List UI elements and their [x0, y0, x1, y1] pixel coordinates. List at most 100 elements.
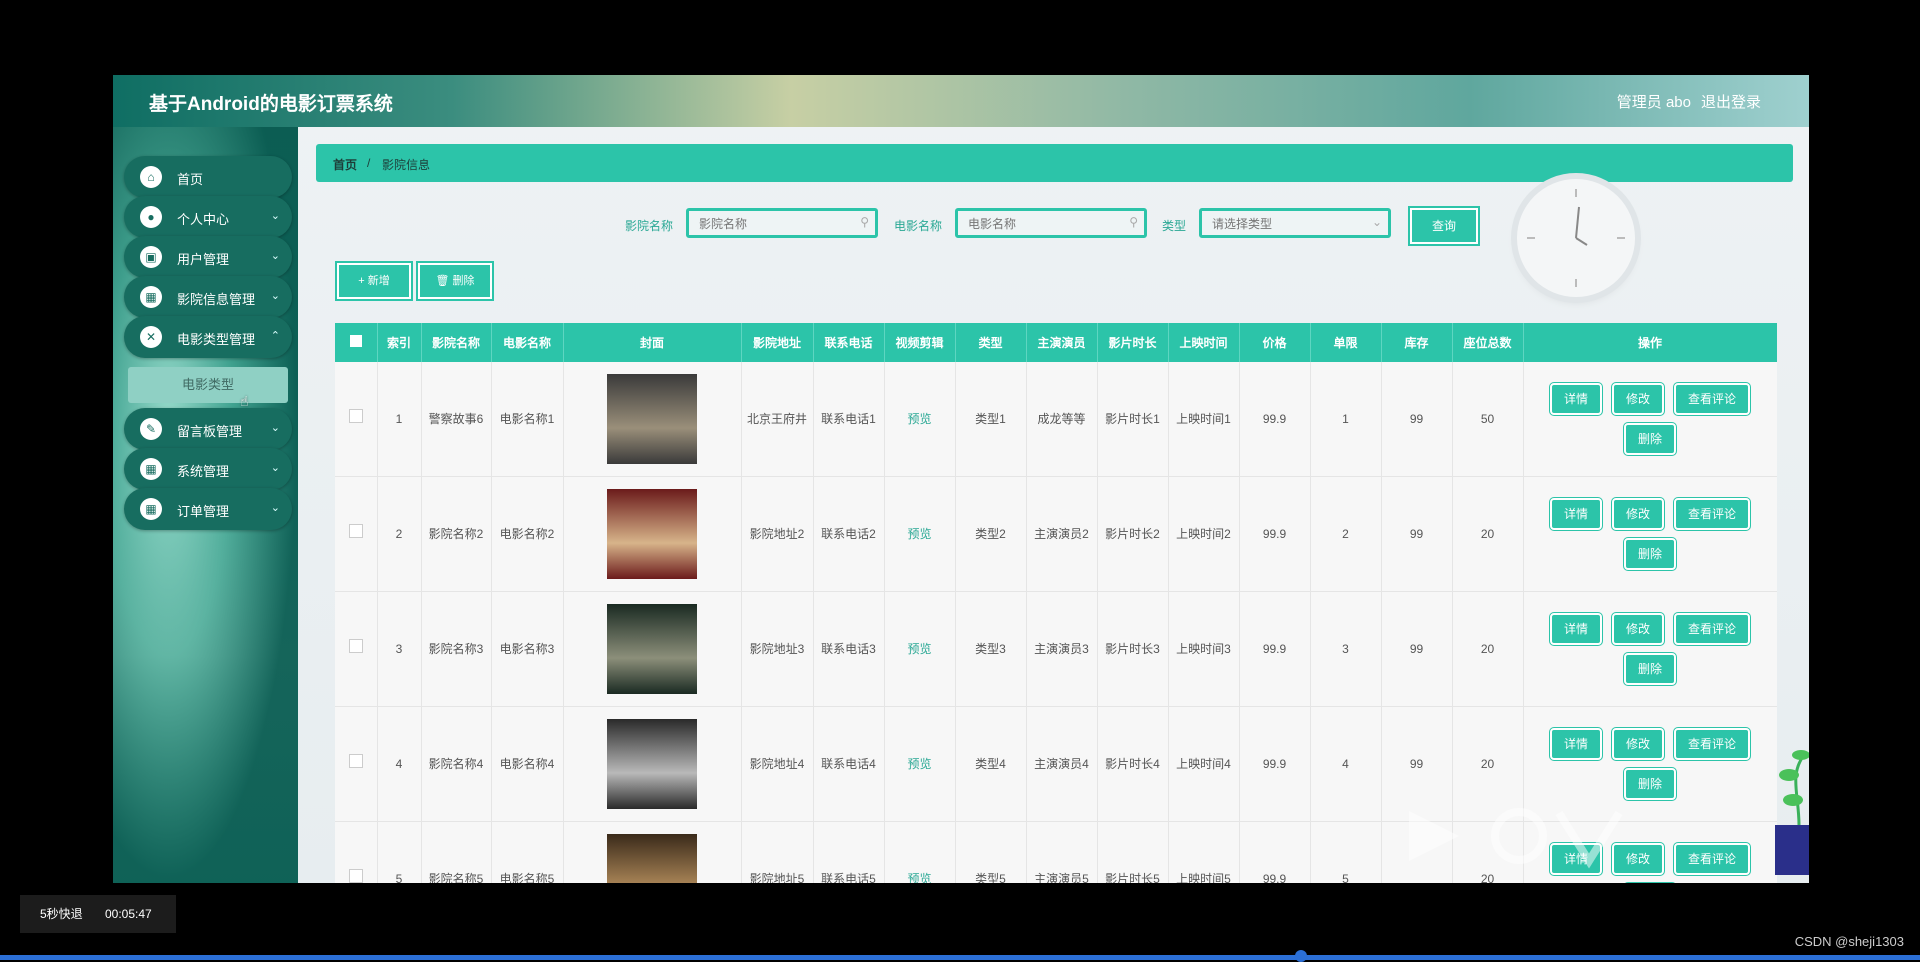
row-checkbox[interactable]	[348, 754, 363, 768]
clock-icon	[1527, 189, 1625, 287]
table-cell: 2	[1310, 476, 1382, 592]
sidebar-item-system[interactable]: ▦ 系统管理 ⌄	[124, 448, 292, 490]
add-button[interactable]: + 新增	[335, 261, 413, 301]
view-comments-button[interactable]: 查看评论	[1672, 727, 1752, 761]
type-select-input[interactable]	[1202, 211, 1384, 237]
csdn-watermark: CSDN @sheji1303	[1794, 934, 1904, 949]
column-header: 电影名称	[491, 323, 564, 362]
row-checkbox[interactable]	[348, 869, 363, 883]
sidebar-item-label: 留言板管理	[177, 424, 243, 439]
row-select-cell[interactable]	[335, 821, 378, 883]
sidebar-item-messages[interactable]: ✎ 留言板管理 ⌄	[124, 408, 292, 450]
table-cell: 联系电话2	[813, 476, 885, 592]
view-comments-button[interactable]: 查看评论	[1672, 497, 1752, 531]
column-header: 上映时间	[1168, 323, 1240, 362]
film-icon: ✕	[140, 326, 162, 348]
edit-button[interactable]: 修改	[1610, 497, 1666, 531]
submenu-movie-type[interactable]: 电影类型 ☝	[128, 367, 288, 409]
row-checkbox[interactable]	[348, 524, 363, 538]
table-cell: 影院名称5	[421, 821, 492, 883]
row-select-cell[interactable]	[335, 591, 378, 707]
movie-poster-image	[607, 604, 697, 694]
row-select-cell[interactable]	[335, 706, 378, 822]
search-icon: ⚲	[1129, 215, 1138, 229]
cover-cell	[563, 706, 742, 822]
select-all-cell[interactable]	[335, 323, 378, 362]
row-checkbox[interactable]	[348, 639, 363, 653]
type-select[interactable]: ⌄	[1199, 208, 1391, 238]
player-speed-badge: 5秒快退 00:05:47	[20, 895, 176, 933]
chevron-up-icon: ⌃	[270, 330, 280, 342]
app-window: 基于Android的电影订票系统 管理员 abo 退出登录 ⌂ 首页 ● 个人中…	[113, 75, 1809, 883]
video-preview-link[interactable]: 预览	[907, 872, 931, 883]
video-preview-link[interactable]: 预览	[907, 412, 931, 426]
operations-cell: 详情修改查看评论删除	[1523, 362, 1777, 477]
column-header: 主演演员	[1026, 323, 1098, 362]
logout-link[interactable]: 退出登录	[1701, 91, 1761, 112]
movie-name-field[interactable]: ⚲	[955, 208, 1147, 238]
video-preview-link[interactable]: 预览	[907, 527, 931, 541]
progress-bar[interactable]	[0, 955, 1920, 960]
detail-button[interactable]: 详情	[1548, 612, 1603, 646]
edit-button[interactable]: 修改	[1610, 382, 1666, 416]
row-select-cell[interactable]	[335, 476, 378, 592]
cinema-name-input[interactable]	[689, 211, 871, 237]
delete-button[interactable]: 删除	[1622, 652, 1678, 686]
table-cell: 影院地址5	[741, 821, 814, 883]
table-cell: 5	[1310, 821, 1382, 883]
table-cell: 1	[1310, 362, 1382, 477]
playback-time: 00:05:47	[105, 907, 152, 921]
query-button[interactable]: 查询	[1408, 206, 1480, 246]
table-cell: 主演演员3	[1026, 591, 1098, 707]
video-preview-cell: 预览	[884, 476, 956, 592]
detail-button[interactable]: 详情	[1548, 727, 1603, 761]
table-cell: 电影名称1	[491, 362, 564, 477]
sidebar-item-movie-type[interactable]: ✕ 电影类型管理 ⌃	[124, 316, 292, 358]
sidebar-item-cinema[interactable]: ▦ 影院信息管理 ⌄	[124, 276, 292, 318]
edit-button[interactable]: 修改	[1610, 612, 1666, 646]
table-cell: 3	[1310, 591, 1382, 707]
delete-button[interactable]: 删除	[1622, 767, 1678, 801]
sidebar-item-orders[interactable]: ▦ 订单管理 ⌄	[124, 488, 292, 530]
submenu-label: 电影类型	[181, 377, 234, 392]
app-title: 基于Android的电影订票系统	[149, 94, 393, 115]
table-cell: 上映时间4	[1168, 706, 1240, 822]
table-cell: 20	[1452, 591, 1524, 707]
cinema-name-label: 影院名称	[625, 219, 674, 233]
select-all-checkbox[interactable]	[349, 335, 362, 347]
cinema-name-field[interactable]: ⚲	[686, 208, 878, 238]
view-comments-button[interactable]: 查看评论	[1672, 382, 1752, 416]
video-preview-link[interactable]: 预览	[907, 642, 931, 656]
table-cell: 电影名称2	[491, 476, 564, 592]
delete-button[interactable]: 删除	[1622, 422, 1678, 456]
table-cell: 影片时长3	[1097, 591, 1169, 707]
delete-button[interactable]: 删除	[1622, 537, 1678, 571]
column-header: 库存	[1381, 323, 1453, 362]
detail-button[interactable]: 详情	[1548, 497, 1603, 531]
movie-poster-image	[607, 374, 697, 464]
chevron-down-icon: ⌄	[270, 250, 280, 262]
table-cell: 影片时长1	[1097, 362, 1169, 477]
breadcrumb-home[interactable]: 首页	[333, 156, 357, 173]
sidebar-item-label: 订单管理	[177, 504, 230, 519]
table-cell: 上映时间2	[1168, 476, 1240, 592]
progress-handle[interactable]	[1295, 950, 1307, 962]
table-cell: 99.9	[1239, 821, 1311, 883]
view-comments-button[interactable]: 查看评论	[1672, 612, 1752, 646]
column-header: 座位总数	[1452, 323, 1524, 362]
breadcrumb-current: 影院信息	[382, 158, 431, 172]
order-icon: ▦	[140, 498, 162, 520]
edit-button[interactable]: 修改	[1610, 727, 1666, 761]
movie-name-input[interactable]	[958, 211, 1140, 237]
table-cell: 类型1	[955, 362, 1027, 477]
table-cell: 电影名称3	[491, 591, 564, 707]
sidebar-item-home[interactable]: ⌂ 首页	[124, 156, 292, 198]
video-preview-link[interactable]: 预览	[907, 757, 931, 771]
detail-button[interactable]: 详情	[1548, 382, 1603, 416]
batch-delete-button[interactable]: 🗑 删除	[416, 261, 494, 301]
sidebar-item-users[interactable]: ▣ 用户管理 ⌄	[124, 236, 292, 278]
home-icon: ⌂	[140, 166, 162, 188]
row-checkbox[interactable]	[348, 409, 363, 423]
row-select-cell[interactable]	[335, 362, 378, 477]
sidebar-item-personal[interactable]: ● 个人中心 ⌄	[124, 196, 292, 238]
